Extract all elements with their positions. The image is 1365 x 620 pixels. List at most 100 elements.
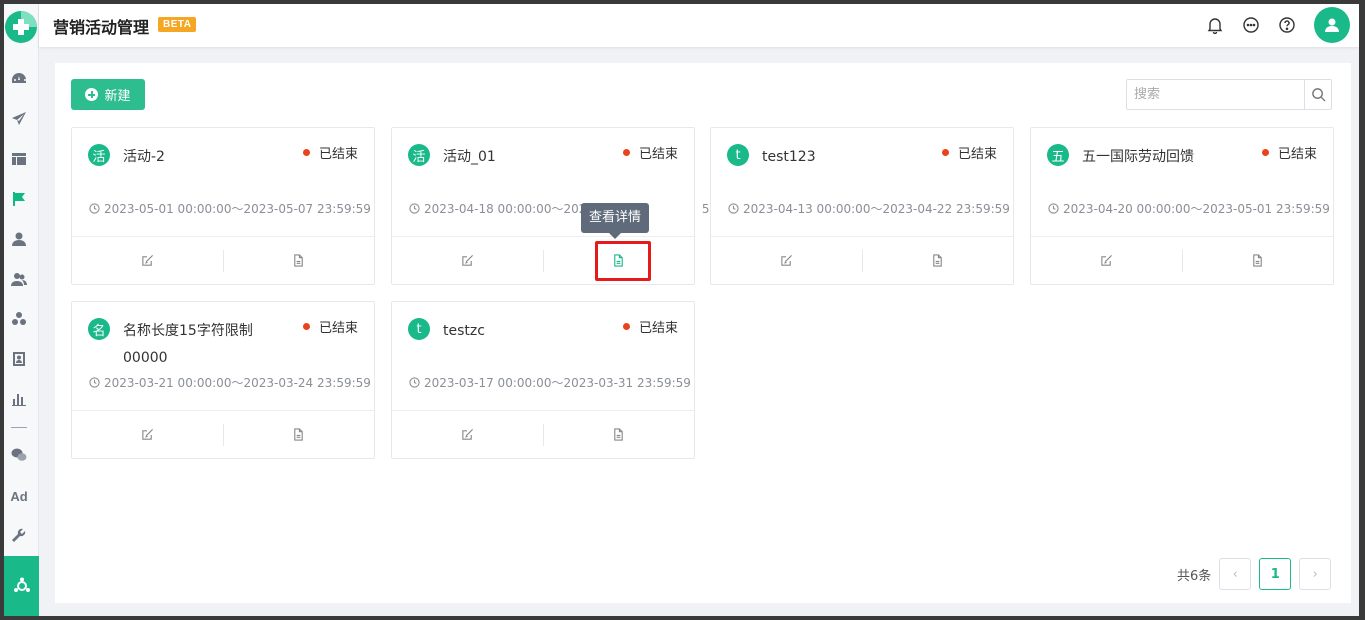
status-dot (622, 149, 630, 156)
activity-title: 名称长度15字符限制00000 (123, 323, 253, 366)
activity-time-range: 2023-04-18 00:00:00～2023-05- 59 (409, 200, 717, 217)
status-dot (941, 149, 949, 156)
new-button[interactable]: 新建 (71, 79, 145, 110)
status-text: 已结束 (318, 147, 358, 162)
time-text: 2023-03-17 00:00:00～2023-03-31 23:59:59 (424, 376, 691, 390)
activity-avatar-icon: 五 (1047, 144, 1069, 166)
message-icon[interactable] (1241, 15, 1261, 35)
app-window: Ad 营销活动管理 BETA 新建 搜索 活 活动-2 已结束 2023-05-… (4, 4, 1359, 616)
edit-button[interactable] (1031, 237, 1182, 284)
user-icon[interactable] (10, 230, 28, 248)
activity-card: 名 名称长度15字符限制00000 已结束 2023-03-21 00:00:0… (71, 301, 375, 459)
edit-button[interactable] (72, 411, 223, 458)
main-panel: 新建 活 活动-2 已结束 2023-05-01 00:00:00～2023-0… (55, 63, 1351, 603)
status-dot (302, 149, 310, 156)
search-input[interactable] (1127, 80, 1304, 109)
status-dot (1261, 149, 1269, 156)
clock-icon (728, 203, 739, 214)
send-icon[interactable] (10, 110, 28, 128)
plus-circle-icon (85, 88, 99, 101)
search-icon (1311, 88, 1326, 102)
view-detail-button[interactable] (863, 237, 1014, 284)
bar-chart-icon[interactable] (10, 390, 28, 408)
view-detail-button[interactable] (1183, 237, 1334, 284)
top-header: 营销活动管理 BETA (39, 4, 1359, 47)
next-page-button[interactable]: › (1299, 558, 1332, 590)
activity-time-range: 2023-05-01 00:00:00～2023-05-07 23:59:59 (89, 200, 371, 217)
activity-title: 五一国际劳动回馈 (1082, 149, 1194, 165)
sidebar: Ad (4, 4, 39, 616)
status-badge: 已结束 (622, 317, 678, 336)
clock-icon (409, 203, 420, 214)
activity-card: t testzc 已结束 2023-03-17 00:00:00～2023-03… (391, 301, 695, 459)
edit-icon (142, 428, 153, 440)
activity-title: testzc (443, 323, 485, 339)
edit-button[interactable] (392, 237, 543, 284)
view-detail-button[interactable] (544, 411, 695, 458)
page-number-button[interactable]: 1 (1259, 558, 1292, 590)
status-text: 已结束 (318, 321, 358, 336)
activity-time-range: 2023-04-20 00:00:00～2023-05-01 23:59:59 (1048, 200, 1330, 217)
bell-icon[interactable] (1205, 15, 1225, 35)
search-button[interactable] (1304, 80, 1331, 109)
edit-icon (142, 254, 153, 266)
activity-avatar-icon: 活 (408, 144, 430, 166)
status-text: 已结束 (957, 147, 997, 162)
status-badge: 已结束 (941, 143, 997, 162)
edit-icon (1101, 254, 1112, 266)
status-dot (302, 323, 310, 330)
edit-button[interactable] (72, 237, 223, 284)
dashboard-icon[interactable] (10, 70, 28, 88)
card-actions (72, 410, 374, 458)
beta-badge: BETA (158, 17, 197, 32)
app-logo[interactable] (4, 10, 38, 44)
edit-icon (462, 254, 473, 266)
card-actions (711, 236, 1013, 284)
document-icon (933, 254, 943, 267)
activity-avatar-icon: 名 (88, 318, 110, 340)
wrench-icon[interactable] (10, 526, 28, 544)
avatar[interactable] (1314, 7, 1350, 43)
activity-avatar-icon: t (727, 144, 749, 166)
activity-card: 五 五一国际劳动回馈 已结束 2023-04-20 00:00:00～2023-… (1030, 127, 1334, 285)
card-actions (72, 236, 374, 284)
ad-label: Ad (10, 488, 28, 504)
status-badge: 已结束 (302, 317, 358, 336)
wechat-icon[interactable] (10, 446, 28, 464)
marketing-icon[interactable] (4, 556, 39, 616)
page-title: 营销活动管理 (53, 18, 150, 37)
activity-title: 活动-2 (123, 149, 165, 165)
ad-icon[interactable]: Ad (10, 487, 28, 505)
view-detail-button[interactable] (224, 411, 375, 458)
edit-icon (462, 428, 473, 440)
total-count: 共6条 (1177, 568, 1212, 584)
document-icon (294, 254, 304, 267)
contact-card-icon[interactable] (10, 350, 28, 368)
document-icon (1253, 254, 1263, 267)
time-text: 2023-03-21 00:00:00～2023-03-24 23:59:59 (104, 376, 371, 390)
time-text: 2023-04-13 00:00:00～2023-04-22 23:59:59 (743, 202, 1010, 216)
help-icon[interactable] (1277, 15, 1297, 35)
view-detail-tooltip: 查看详情 (581, 203, 650, 239)
edit-button[interactable] (711, 237, 862, 284)
edit-button[interactable] (392, 411, 543, 458)
users-icon[interactable] (10, 270, 28, 288)
activity-time-range: 2023-03-21 00:00:00～2023-03-24 23:59:59 (89, 374, 371, 391)
status-badge: 已结束 (302, 143, 358, 162)
prev-page-button[interactable]: ‹ (1219, 558, 1252, 590)
flag-icon[interactable] (10, 190, 28, 208)
view-detail-button[interactable] (224, 237, 375, 284)
status-text: 已结束 (1277, 147, 1317, 162)
new-button-label: 新建 (104, 89, 131, 104)
pagination: 共6条 ‹ 1 › (1177, 558, 1332, 590)
edit-icon (781, 254, 792, 266)
status-dot (622, 323, 630, 330)
search-box (1126, 79, 1332, 110)
activity-card: t test123 已结束 2023-04-13 00:00:00～2023-0… (710, 127, 1014, 285)
status-badge: 已结束 (1261, 143, 1317, 162)
layout-icon[interactable] (10, 150, 28, 168)
document-icon (614, 428, 624, 441)
time-text: 2023-04-20 00:00:00～2023-05-01 23:59:59 (1063, 202, 1330, 216)
clock-icon (409, 377, 420, 388)
group-icon[interactable] (10, 310, 28, 328)
